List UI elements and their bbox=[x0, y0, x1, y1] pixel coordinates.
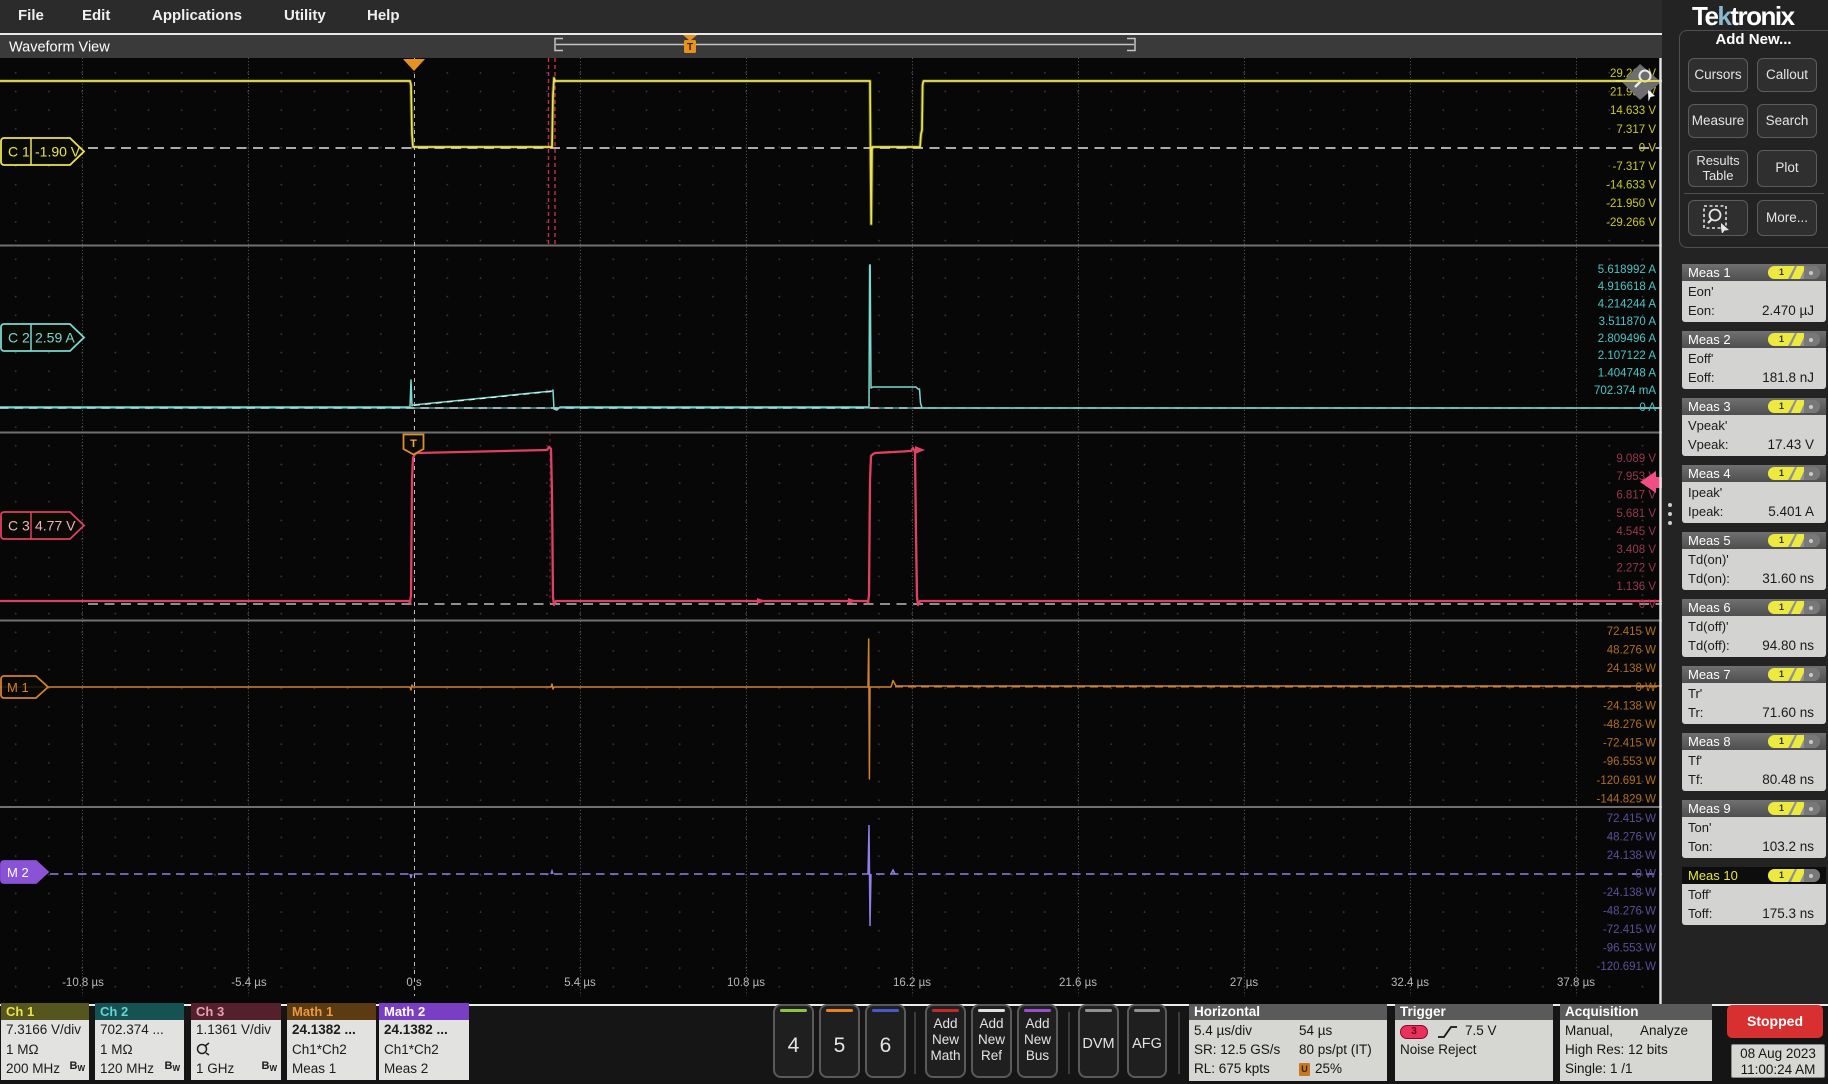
svg-text:1.404748 A: 1.404748 A bbox=[1598, 368, 1657, 380]
svg-text:24.138 W: 24.138 W bbox=[1607, 663, 1656, 675]
svg-text:1.136 V: 1.136 V bbox=[1616, 581, 1656, 593]
svg-text:4.545 V: 4.545 V bbox=[1616, 526, 1656, 538]
svg-text:0 V: 0 V bbox=[1639, 599, 1657, 611]
svg-text:-72.415 W: -72.415 W bbox=[1603, 738, 1656, 750]
svg-text:2.59 A: 2.59 A bbox=[35, 330, 75, 346]
svg-text:-144.829 W: -144.829 W bbox=[1597, 793, 1657, 805]
svg-text:-72.415 W: -72.415 W bbox=[1603, 924, 1656, 936]
svg-text:-21.950 V: -21.950 V bbox=[1606, 198, 1656, 210]
svg-text:-5.4 µs: -5.4 µs bbox=[231, 977, 267, 989]
svg-text:T: T bbox=[687, 42, 693, 53]
svg-text:0 A: 0 A bbox=[1639, 402, 1656, 414]
svg-text:-120.691 W: -120.691 W bbox=[1597, 961, 1657, 973]
svg-text:-24.138 W: -24.138 W bbox=[1603, 700, 1656, 712]
svg-text:37.8 µs: 37.8 µs bbox=[1557, 977, 1595, 989]
svg-text:C 1: C 1 bbox=[8, 144, 30, 160]
svg-text:-120.691 W: -120.691 W bbox=[1597, 775, 1657, 787]
svg-text:T: T bbox=[410, 438, 417, 450]
svg-text:Waveform View: Waveform View bbox=[9, 40, 110, 56]
svg-text:2.272 V: 2.272 V bbox=[1616, 563, 1656, 575]
svg-text:5.4 µs: 5.4 µs bbox=[564, 977, 596, 989]
svg-text:4.214244 A: 4.214244 A bbox=[1598, 299, 1657, 311]
svg-text:-48.276 W: -48.276 W bbox=[1603, 719, 1656, 731]
svg-text:5.681 V: 5.681 V bbox=[1616, 508, 1656, 520]
svg-text:6.817 V: 6.817 V bbox=[1616, 490, 1656, 502]
svg-text:-96.553 W: -96.553 W bbox=[1603, 943, 1656, 955]
svg-text:4.77 V: 4.77 V bbox=[35, 518, 76, 534]
svg-text:24.138 W: 24.138 W bbox=[1607, 850, 1656, 862]
svg-text:21.6 µs: 21.6 µs bbox=[1059, 977, 1097, 989]
svg-text:C 3: C 3 bbox=[8, 518, 30, 534]
svg-text:10.8 µs: 10.8 µs bbox=[727, 977, 765, 989]
svg-text:72.415 W: 72.415 W bbox=[1607, 813, 1656, 825]
svg-text:14.633 V: 14.633 V bbox=[1610, 105, 1656, 117]
svg-text:9.089 V: 9.089 V bbox=[1616, 453, 1656, 465]
svg-text:-48.276 W: -48.276 W bbox=[1603, 906, 1656, 918]
svg-text:2.809496 A: 2.809496 A bbox=[1598, 333, 1657, 345]
svg-text:-7.317 V: -7.317 V bbox=[1613, 161, 1657, 173]
svg-text:0 W: 0 W bbox=[1636, 682, 1657, 694]
svg-text:72.415 W: 72.415 W bbox=[1607, 626, 1656, 638]
svg-text:16.2 µs: 16.2 µs bbox=[893, 977, 931, 989]
svg-text:3.511870 A: 3.511870 A bbox=[1599, 316, 1657, 328]
svg-text:702.374 mA: 702.374 mA bbox=[1594, 385, 1656, 397]
svg-text:-96.553 W: -96.553 W bbox=[1603, 756, 1656, 768]
svg-text:5.618992 A: 5.618992 A bbox=[1598, 264, 1657, 276]
svg-text:-24.138 W: -24.138 W bbox=[1603, 887, 1656, 899]
svg-text:3.408 V: 3.408 V bbox=[1616, 544, 1656, 556]
svg-text:-29.266 V: -29.266 V bbox=[1606, 217, 1656, 229]
svg-text:-1.90 V: -1.90 V bbox=[35, 144, 81, 160]
svg-text:M 2: M 2 bbox=[7, 865, 29, 880]
svg-text:7.317 V: 7.317 V bbox=[1616, 124, 1656, 136]
svg-text:0 W: 0 W bbox=[1636, 869, 1657, 881]
svg-text:-14.633 V: -14.633 V bbox=[1606, 180, 1656, 192]
svg-text:32.4 µs: 32.4 µs bbox=[1391, 977, 1429, 989]
svg-text:C 2: C 2 bbox=[8, 330, 30, 346]
svg-text:48.276 W: 48.276 W bbox=[1607, 832, 1656, 844]
svg-text:-10.8 µs: -10.8 µs bbox=[62, 977, 104, 989]
svg-text:M 1: M 1 bbox=[7, 680, 29, 695]
svg-text:2.107122 A: 2.107122 A bbox=[1598, 350, 1657, 362]
svg-text:0 V: 0 V bbox=[1639, 142, 1657, 154]
svg-text:27 µs: 27 µs bbox=[1230, 977, 1259, 989]
svg-text:4.916618 A: 4.916618 A bbox=[1598, 281, 1657, 293]
svg-text:0 s: 0 s bbox=[406, 977, 422, 989]
svg-text:48.276 W: 48.276 W bbox=[1607, 645, 1656, 657]
